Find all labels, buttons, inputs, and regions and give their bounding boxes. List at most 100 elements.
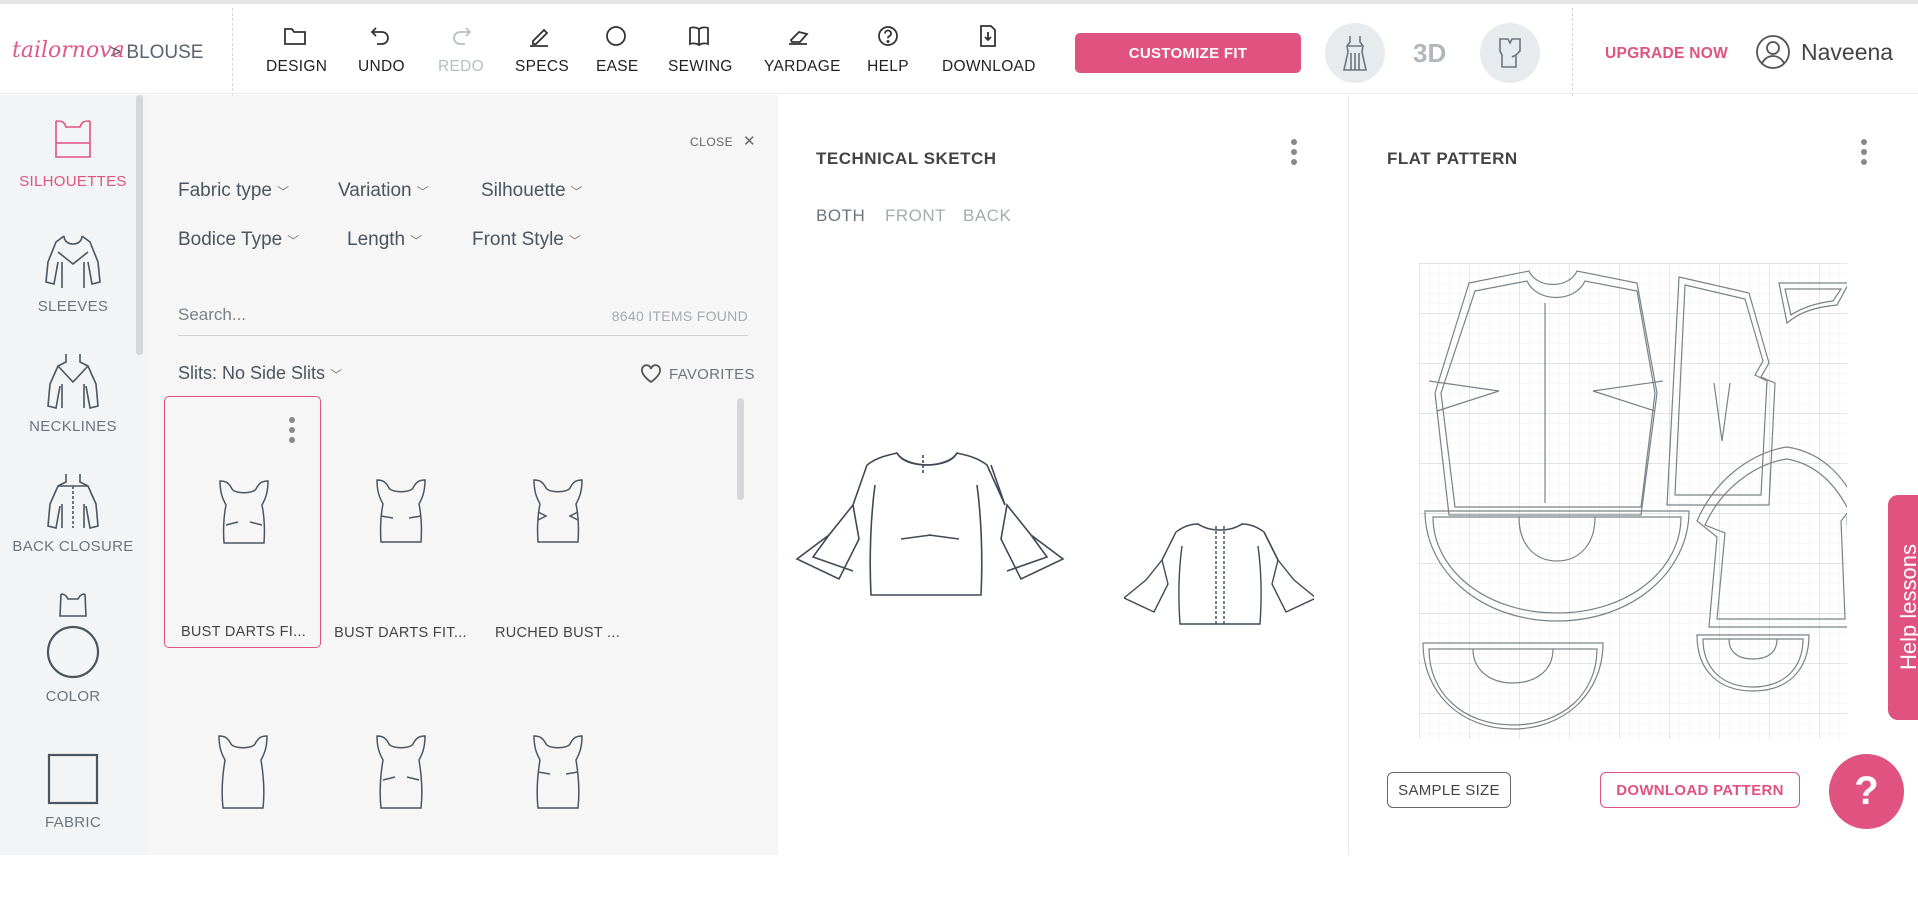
bodice-thumbnail <box>218 735 268 809</box>
specs-button[interactable]: SPECS <box>515 22 569 76</box>
technical-sketch-title: TECHNICAL SKETCH <box>816 149 997 168</box>
redo-button[interactable]: REDO <box>438 22 484 76</box>
pattern-view-button[interactable] <box>1480 23 1540 83</box>
filter-silhouette[interactable]: Silhouette ﹀ <box>481 180 583 202</box>
flat-pattern-more-icon[interactable] <box>1861 139 1867 165</box>
grid-scrollbar[interactable] <box>737 398 744 500</box>
card-caption: BUST DARTS FIT... <box>334 625 467 641</box>
blouse-back-sketch <box>1124 523 1314 625</box>
user-avatar-icon <box>1756 35 1790 69</box>
customize-fit-button[interactable]: CUSTOMIZE FIT <box>1075 33 1301 73</box>
filter-front-style[interactable]: Front Style ﹀ <box>472 229 581 251</box>
rail-item-silhouettes[interactable]: SILHOUETTES <box>0 117 146 190</box>
silhouette-card[interactable] <box>164 648 321 900</box>
chevron-down-icon: ﹀ <box>330 368 343 382</box>
help-button[interactable]: HELP <box>867 22 909 76</box>
download-icon <box>980 25 996 47</box>
help-fab-button[interactable]: ? <box>1829 754 1904 829</box>
neckline-figure-icon <box>47 354 99 409</box>
bodice-thumbnail <box>376 479 426 543</box>
help-lessons-tab[interactable]: Help lessons <box>1888 495 1918 720</box>
tab-back[interactable]: BACK <box>963 206 1011 226</box>
help-icon <box>878 26 898 46</box>
undo-icon <box>370 27 389 45</box>
sewing-button[interactable]: SEWING <box>668 22 732 76</box>
chevron-down-icon: ﹀ <box>416 185 429 199</box>
chevron-down-icon: ﹀ <box>276 185 289 199</box>
dress-view-button[interactable] <box>1325 23 1385 83</box>
bodice-thumbnail <box>533 735 583 809</box>
close-icon: ✕ <box>743 133 757 150</box>
eraser-icon <box>789 31 809 45</box>
silhouette-card[interactable] <box>322 648 479 900</box>
circle-icon <box>606 26 626 46</box>
search-input[interactable] <box>178 300 558 330</box>
fabric-square-icon <box>47 753 99 805</box>
bodice-thumbnail <box>219 480 269 544</box>
card-more-icon[interactable] <box>289 417 295 443</box>
mini-top-icon <box>59 593 87 617</box>
design-button[interactable]: DESIGN <box>266 22 327 76</box>
close-panel-button[interactable]: CLOSE ✕ <box>690 132 756 150</box>
rail-item-necklines[interactable]: NECKLINES <box>0 352 146 435</box>
card-caption: BUST DARTS FI... <box>180 624 307 640</box>
filter-variation[interactable]: Variation ﹀ <box>338 180 429 202</box>
view-3d-button[interactable]: 3D <box>1413 38 1446 69</box>
top-bar: tailornova > BLOUSE DESIGN UNDO REDO SPE… <box>0 0 1918 96</box>
favorites-toggle[interactable]: FAVORITES <box>640 364 755 384</box>
breadcrumb: > BLOUSE <box>110 42 203 64</box>
flat-pattern-preview <box>1419 263 1847 739</box>
flat-pattern-title: FLAT PATTERN <box>1387 149 1518 168</box>
book-icon <box>689 26 709 47</box>
username: Naveena <box>1801 38 1894 65</box>
user-menu[interactable]: Naveena <box>1755 34 1893 70</box>
blouse-front-sketch <box>795 452 1065 596</box>
dress-icon <box>1343 36 1367 71</box>
chevron-down-icon: ﹀ <box>287 234 300 248</box>
items-found-count: 8640 ITEMS FOUND <box>611 308 748 324</box>
sample-size-button[interactable]: SAMPLE SIZE <box>1387 772 1511 808</box>
color-circle-icon <box>46 625 100 679</box>
sketch-more-icon[interactable] <box>1291 139 1297 165</box>
breadcrumb-current: BLOUSE <box>126 42 204 63</box>
pane-divider <box>1348 95 1349 855</box>
tailornova-logo[interactable]: tailornova <box>12 38 125 63</box>
silhouette-card[interactable]: BUST DARTS FI... <box>164 396 321 648</box>
breadcrumb-separator: > <box>110 42 122 63</box>
silhouette-card[interactable]: BUST DARTS FIT... <box>322 396 479 648</box>
pattern-piece-icon <box>1499 38 1521 68</box>
yardage-button[interactable]: YARDAGE <box>764 22 840 76</box>
tab-front[interactable]: FRONT <box>885 206 946 226</box>
bodice-thumbnail <box>376 735 426 809</box>
filter-bodice-type[interactable]: Bodice Type ﹀ <box>178 229 299 251</box>
chevron-down-icon: ﹀ <box>570 185 583 199</box>
download-pattern-button[interactable]: DOWNLOAD PATTERN <box>1600 772 1800 808</box>
filter-length[interactable]: Length ﹀ <box>347 229 422 251</box>
ease-button[interactable]: EASE <box>596 22 638 76</box>
folder-icon <box>284 28 306 45</box>
chevron-down-icon: ﹀ <box>410 234 423 248</box>
back-closure-figure-icon <box>47 474 99 529</box>
rail-item-color[interactable]: COLOR <box>0 592 146 705</box>
rail-item-sleeves[interactable]: SLEEVES <box>0 232 146 315</box>
card-caption: RUCHED BUST ... <box>494 625 621 641</box>
download-button[interactable]: DOWNLOAD <box>942 22 1035 76</box>
undo-button[interactable]: UNDO <box>358 22 405 76</box>
silhouette-top-icon <box>55 120 91 158</box>
bodice-thumbnail <box>533 479 583 543</box>
chevron-down-icon: ﹀ <box>568 234 581 248</box>
sleeve-figure-icon <box>45 235 101 288</box>
silhouette-card[interactable]: RUCHED BUST ... <box>479 396 636 648</box>
slits-filter[interactable]: Slits: No Side Slits ﹀ <box>178 363 342 384</box>
search-bar: 8640 ITEMS FOUND <box>178 296 748 336</box>
divider <box>232 8 233 96</box>
rail-item-fabric[interactable]: FABRIC <box>0 752 146 831</box>
pencil-icon <box>530 28 549 47</box>
heart-icon <box>641 364 661 384</box>
divider <box>1572 8 1573 96</box>
silhouette-card[interactable] <box>479 648 636 900</box>
rail-item-back-closure[interactable]: BACK CLOSURE <box>0 472 146 555</box>
upgrade-now-link[interactable]: UPGRADE NOW <box>1605 45 1728 63</box>
tab-both[interactable]: BOTH <box>816 206 865 226</box>
filter-fabric-type[interactable]: Fabric type ﹀ <box>178 180 289 202</box>
